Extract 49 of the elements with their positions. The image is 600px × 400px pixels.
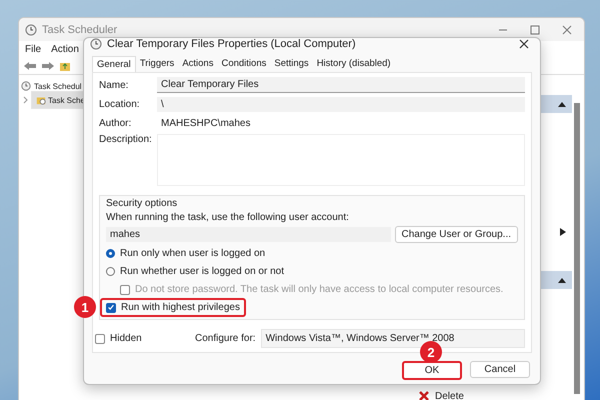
field-label: Description:	[99, 134, 153, 145]
scrollbar[interactable]	[574, 103, 580, 394]
dialog-button[interactable]: OK	[402, 361, 462, 380]
delete-x-icon	[419, 391, 429, 400]
step-number-badge: 1	[74, 296, 96, 318]
change-user-button[interactable]: Change User or Group...	[394, 226, 518, 243]
folder-clock-icon	[36, 95, 46, 105]
back-arrow-icon[interactable]	[23, 60, 37, 70]
checkbox[interactable]	[106, 302, 116, 312]
dialog-title: Clear Temporary Files Properties (Local Computer)	[107, 38, 356, 50]
forward-arrow-icon[interactable]	[41, 60, 55, 70]
tab[interactable]: Actions	[178, 56, 218, 72]
checkbox[interactable]	[95, 334, 105, 344]
group-title: Security options	[106, 198, 178, 209]
user-account-field: mahes	[106, 227, 390, 242]
radio-button[interactable]	[106, 249, 115, 258]
radio-label[interactable]: Run whether user is logged on or not	[120, 266, 284, 277]
field-label: Author:	[99, 118, 132, 128]
up-triangle-icon[interactable]	[558, 277, 566, 283]
action-link[interactable]: Delete	[435, 390, 464, 400]
tab[interactable]: Settings	[270, 56, 313, 72]
radio-label[interactable]: Run only when user is logged on	[120, 248, 266, 259]
tree-item[interactable]: Task Schedul	[34, 82, 82, 90]
checkbox-label[interactable]: Hidden	[110, 333, 190, 344]
configure-dropdown[interactable]: Windows Vista™, Windows Server™ 2008	[260, 329, 525, 348]
up-triangle-icon[interactable]	[558, 101, 566, 107]
window-title: Task Scheduler	[42, 24, 118, 36]
field-label: Location:	[99, 98, 141, 110]
tab[interactable]: History (disabled)	[312, 56, 395, 72]
radio-button[interactable]	[106, 267, 115, 276]
tab[interactable]: Conditions	[217, 56, 270, 72]
configure-label: Configure for:	[195, 333, 256, 344]
tab[interactable]: General	[92, 56, 136, 72]
menu-item[interactable]: Action	[51, 44, 79, 54]
chevron-right-icon[interactable]	[23, 96, 29, 104]
tab[interactable]: Triggers	[136, 56, 178, 72]
clock-icon	[25, 24, 37, 36]
name-field[interactable]: Clear Temporary Files	[157, 77, 525, 93]
dialog-button[interactable]: Cancel	[470, 361, 530, 378]
menu-item[interactable]: File	[25, 44, 42, 54]
maximize-icon[interactable]	[530, 24, 540, 34]
field-label: Name:	[99, 80, 130, 90]
checkbox-label[interactable]: Run with highest privileges	[121, 302, 240, 313]
close-icon[interactable]	[519, 39, 529, 49]
location-value: \	[157, 96, 525, 112]
author-value: MAHESHPC\mahes	[160, 116, 252, 130]
clock-icon	[21, 81, 31, 91]
account-prompt: When running the task, use the following user account:	[106, 212, 350, 223]
right-triangle-icon	[560, 228, 566, 236]
